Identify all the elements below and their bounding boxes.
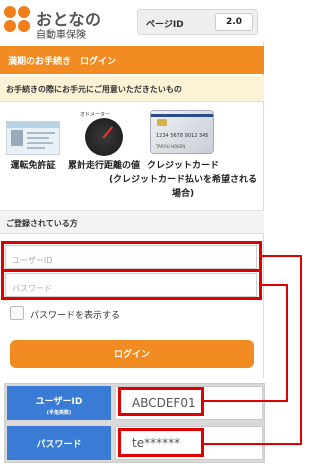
- user-id-header-label: ユーザーID: [35, 397, 83, 407]
- connector-line: [286, 284, 288, 402]
- show-password-row[interactable]: パスワードを表示する: [10, 306, 210, 322]
- section-bar: ご登録されている方: [0, 210, 264, 234]
- connector-line: [262, 255, 302, 257]
- user-id-input-highlight: [1, 241, 262, 272]
- password-value-highlight: [118, 428, 204, 457]
- logo-icon: [4, 6, 32, 34]
- page-id-value: 2.0: [215, 13, 253, 31]
- odometer-label: オドメーター: [80, 112, 111, 118]
- user-id-value-highlight: [118, 387, 204, 416]
- password-input-highlight: [1, 269, 262, 300]
- password-header: パスワード: [7, 426, 111, 460]
- section-title: ご登録されている方: [6, 219, 78, 228]
- login-button[interactable]: ログイン: [10, 340, 254, 368]
- connector-line: [204, 400, 288, 402]
- odometer-icon: [85, 118, 123, 156]
- connector-line: [262, 284, 288, 286]
- header: おとなの 自動車保険 ページID 2.0: [0, 0, 264, 42]
- connector-line: [204, 443, 302, 445]
- show-password-label: パスワードを表示する: [30, 311, 121, 321]
- page-id-box: ページID 2.0: [137, 9, 258, 35]
- page-id-label: ページID: [146, 20, 184, 30]
- item-caption-license: 運転免許証: [10, 161, 56, 171]
- notice-bar: お手続きの際にお手元にご用意いただきたいもの: [0, 76, 264, 102]
- logo-subtitle: 自動車保険: [36, 30, 86, 41]
- page-title: 満期のお手続き ログイン: [8, 57, 117, 67]
- password-header-label: パスワード: [36, 440, 82, 450]
- card-number-text: 1234 5678 9012 345: [156, 133, 209, 139]
- connector-line: [300, 255, 302, 445]
- notice-text: お手続きの際にお手元にご用意いただきたいもの: [6, 85, 182, 94]
- show-password-checkbox[interactable]: [10, 306, 24, 320]
- user-id-header: ユーザーID (半角英数): [7, 386, 111, 420]
- page-title-bar: 満期のお手続き ログイン: [0, 46, 264, 74]
- login-screen: おとなの 自動車保険 ページID 2.0 満期のお手続き ログイン お手続きの際…: [0, 0, 264, 378]
- user-id-header-sub: (半角英数): [46, 410, 72, 416]
- card-name-text: TAROU HOKEN: [156, 144, 186, 149]
- credit-card-icon: 1234 5678 9012 345 TAROU HOKEN: [150, 110, 214, 154]
- drivers-license-icon: [6, 121, 60, 155]
- item-caption-credit-card: クレジットカード (クレジットカード払いを希望される場合): [108, 161, 258, 199]
